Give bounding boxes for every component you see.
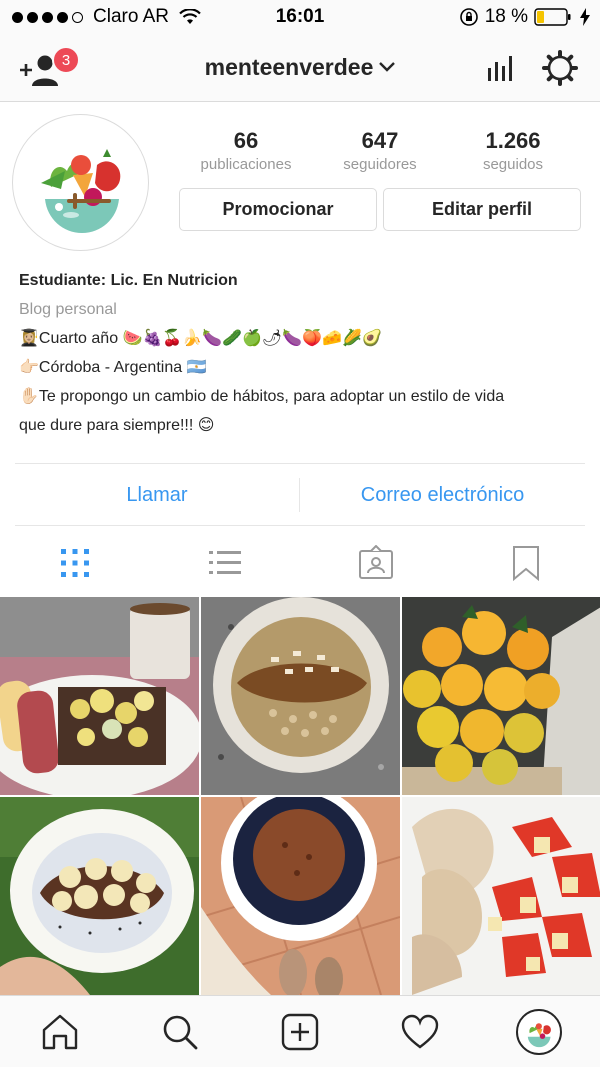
- contact-options: Llamar Correo electrónico: [15, 463, 585, 526]
- status-bar: Claro AR 16:01 18 %: [0, 0, 600, 34]
- email-button[interactable]: Correo electrónico: [300, 464, 585, 526]
- followers-count-label: seguidores: [343, 156, 417, 173]
- promote-button[interactable]: Promocionar: [179, 188, 377, 231]
- saved-icon[interactable]: [508, 545, 544, 581]
- battery-percent: 18 %: [484, 6, 528, 27]
- status-right: 18 %: [459, 6, 590, 28]
- carrier-name: Claro AR: [93, 6, 170, 27]
- signal-dot: [57, 11, 68, 23]
- photo-grid: [0, 597, 600, 995]
- signal-dot: [27, 11, 38, 23]
- bottom-tab-bar: [0, 995, 600, 1067]
- profile-tab-avatar[interactable]: [516, 1009, 562, 1055]
- grid-photo[interactable]: [402, 797, 600, 995]
- tagged-icon[interactable]: [358, 545, 394, 581]
- home-icon[interactable]: [40, 1012, 80, 1052]
- bio-category: Blog personal: [19, 301, 117, 318]
- bio-name: Estudiante: Lic. En Nutricion: [19, 272, 238, 289]
- following-count-value: 1.266: [485, 128, 541, 153]
- username: menteenverdee: [204, 54, 374, 80]
- signal-dot-empty: [72, 11, 83, 23]
- chevron-down-icon: [379, 62, 396, 72]
- new-post-icon[interactable]: [280, 1012, 320, 1052]
- bio-line: ✋🏻Te propongo un cambio de hábitos, para…: [19, 388, 505, 405]
- search-icon[interactable]: [160, 1012, 200, 1052]
- followers-count-value: 647: [361, 128, 399, 153]
- bio-line: 👉🏻Córdoba - Argentina 🇦🇷: [19, 359, 207, 376]
- edit-profile-button[interactable]: Editar perfil: [383, 188, 581, 231]
- profile-avatar[interactable]: [12, 114, 149, 251]
- orientation-lock-icon: [459, 8, 478, 26]
- followers-count[interactable]: 647 seguidores: [310, 128, 450, 173]
- posts-count[interactable]: 66 publicaciones: [176, 128, 316, 173]
- posts-count-value: 66: [233, 128, 259, 153]
- call-button[interactable]: Llamar: [15, 464, 299, 526]
- signal-dot: [42, 11, 53, 23]
- grid-photo[interactable]: [402, 597, 600, 795]
- following-count-label: seguidos: [482, 156, 544, 173]
- battery-icon: [534, 8, 571, 26]
- list-icon[interactable]: [207, 545, 243, 581]
- grid-photo[interactable]: [201, 797, 400, 995]
- grid-photo[interactable]: [0, 597, 199, 795]
- status-left: Claro AR: [12, 6, 201, 28]
- wifi-icon: [179, 9, 201, 24]
- profile-view-tabs: [0, 527, 600, 597]
- profile-bio: Estudiante: Lic. En Nutricion Blog perso…: [19, 266, 589, 440]
- grid-photo[interactable]: [0, 797, 199, 995]
- grid-icon[interactable]: [57, 545, 93, 581]
- signal-dot: [12, 11, 23, 23]
- profile-nav-bar: 3 menteenverdee: [0, 34, 600, 102]
- insights-icon[interactable]: [486, 54, 516, 82]
- grid-photo[interactable]: [201, 597, 400, 795]
- bio-line: 👩🏼‍🎓Cuarto año 🍉🍇🍒🍌🍆🥒🍏🌶🍆🍑🧀🌽🥑: [19, 330, 382, 347]
- bio-line: que dure para siempre!!! 😊: [19, 417, 215, 434]
- gear-icon[interactable]: [542, 50, 578, 86]
- activity-icon[interactable]: [400, 1012, 440, 1052]
- brand-logo: [518, 1011, 560, 1053]
- brand-logo: [21, 123, 142, 244]
- charging-icon: [580, 8, 590, 26]
- following-count[interactable]: 1.266 seguidos: [443, 128, 583, 173]
- posts-count-label: publicaciones: [200, 156, 292, 173]
